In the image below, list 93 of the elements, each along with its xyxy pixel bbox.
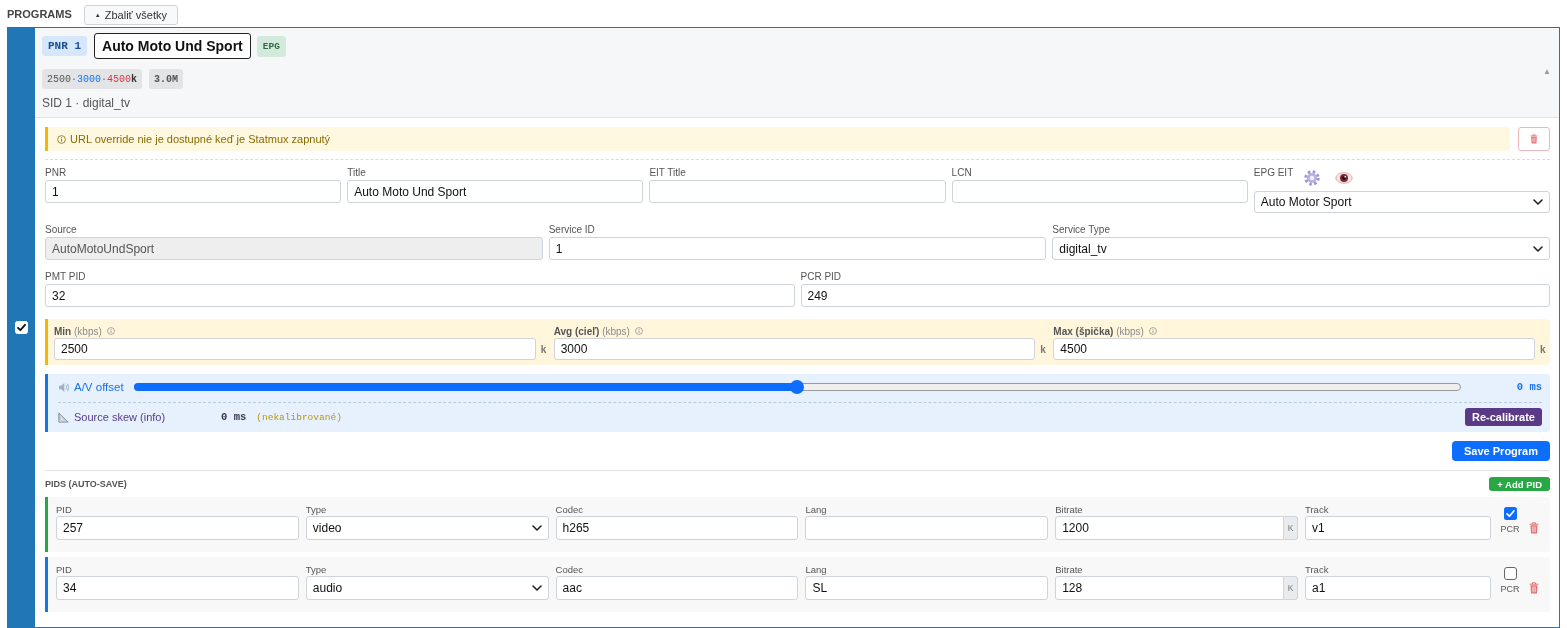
dropdown[interactable]: audio <box>305 576 549 600</box>
input-field[interactable]: a1 <box>1305 576 1491 600</box>
eye-icon[interactable] <box>1335 171 1354 184</box>
recalibrate-button[interactable]: Re-calibrate <box>1465 408 1542 426</box>
chevron-down-icon <box>531 585 542 591</box>
info-icon <box>634 327 643 335</box>
chevron-down-icon <box>1533 199 1543 205</box>
info-icon <box>1148 327 1157 335</box>
field-label: PID <box>56 504 72 515</box>
unit-label: k <box>1040 343 1047 355</box>
unit-label: k <box>1540 343 1547 355</box>
input-field[interactable]: 1 <box>548 237 1047 260</box>
trash-icon[interactable] <box>1529 582 1539 594</box>
total-bitrate-chip: 3.0M <box>149 69 184 89</box>
source-skew-label: Source skew (info) <box>74 411 166 423</box>
av-offset-label: A/V offset <box>74 381 124 393</box>
input-field[interactable]: 1200 <box>1055 516 1284 540</box>
field-label: Service ID <box>548 224 595 236</box>
field-label: Source <box>45 224 77 236</box>
input-field[interactable]: v1 <box>1305 516 1491 540</box>
field-label: PID <box>56 564 72 575</box>
input-field[interactable]: 4500 <box>1053 338 1535 360</box>
field-label: Track <box>1305 564 1329 575</box>
input-field[interactable]: 128 <box>1055 576 1284 600</box>
unit-addon: K <box>1284 576 1298 600</box>
field-label: Min (kbps) <box>54 325 102 337</box>
input-field[interactable]: h265 <box>555 516 799 540</box>
slider-thumb[interactable] <box>790 380 805 394</box>
dropdown[interactable]: Auto Motor Sport <box>1253 191 1550 213</box>
info-icon <box>57 134 66 144</box>
input-field[interactable]: 1 <box>45 180 342 203</box>
trash-icon[interactable] <box>1530 134 1538 144</box>
field-label: Title <box>347 167 366 179</box>
field-label: Track <box>1305 504 1329 515</box>
input-field[interactable]: 32 <box>45 284 795 307</box>
dropdown[interactable]: digital_tv <box>1052 237 1550 260</box>
skew-value: 0 ms <box>221 411 247 423</box>
pnr-badge: PNR 1 <box>42 36 87 56</box>
input-field[interactable]: aac <box>555 576 799 600</box>
field-label: PMT PID <box>45 271 86 283</box>
dropdown[interactable]: video <box>305 516 549 540</box>
field-label: Max (špička) (kbps) <box>1053 325 1144 337</box>
chevron-down-icon <box>1533 245 1543 252</box>
field-label: Bitrate <box>1055 504 1083 515</box>
input-field[interactable] <box>649 180 946 203</box>
input-field[interactable]: 257 <box>56 516 299 540</box>
unit-addon: K <box>1284 516 1298 540</box>
epg-badge: EPG <box>256 35 286 57</box>
field-label: Avg (cieľ) (kbps) <box>553 325 630 337</box>
calibration-note: (nekalibrované) <box>256 411 342 423</box>
unit-label: k <box>540 343 548 355</box>
chevron-down-icon <box>531 525 542 531</box>
pcr-checkbox[interactable] <box>1503 567 1517 580</box>
input-field[interactable]: SL <box>805 576 1049 600</box>
info-icon <box>106 327 115 335</box>
pcr-label: PCR <box>1500 524 1520 535</box>
input-field[interactable]: 249 <box>800 284 1550 307</box>
triangle-ruler-icon <box>58 411 69 423</box>
input-field[interactable]: 34 <box>56 576 299 600</box>
field-label: Lang <box>805 564 827 575</box>
field-label: Type <box>305 504 327 515</box>
enable-checkbox[interactable] <box>15 321 28 334</box>
name-input[interactable]: Auto Moto Und Sport <box>94 33 251 59</box>
field-label: Type <box>305 564 327 575</box>
field-label: PNR <box>45 167 67 179</box>
delete-button[interactable] <box>1518 127 1550 151</box>
field-label: Codec <box>555 564 584 575</box>
input-field[interactable]: 3000 <box>553 338 1036 360</box>
bitrate-summary: 2500·3000·4500k <box>42 69 143 89</box>
input-field[interactable]: Auto Moto Und Sport <box>347 180 644 203</box>
field-label: LCN <box>951 167 972 179</box>
field-label: EPG EIT <box>1253 167 1294 179</box>
section-title: PROGRAMS <box>7 7 72 20</box>
input-field[interactable] <box>805 516 1049 540</box>
trash-icon[interactable] <box>1529 522 1539 534</box>
offset-reading: 0 ms <box>1516 381 1542 393</box>
gear-icon[interactable] <box>1303 168 1322 187</box>
field-label: Lang <box>805 504 827 515</box>
input-field[interactable]: 2500 <box>54 338 536 360</box>
pcr-label: PCR <box>1500 584 1520 595</box>
field-label: Codec <box>555 504 584 515</box>
field-label: Bitrate <box>1055 564 1083 575</box>
offset-slider[interactable] <box>133 380 1461 394</box>
pids-heading: PIDS (AUTO-SAVE) <box>45 479 127 489</box>
service-subtitle: SID 1 · digital_tv <box>42 96 132 110</box>
field-label: PCR PID <box>800 271 842 283</box>
warning-text: URL override nie je dostupné keď je Statmux zapnutý <box>70 133 331 145</box>
field-label: Service Type <box>1052 224 1110 236</box>
speaker-icon <box>58 381 70 393</box>
field-label: EIT Title <box>649 167 686 179</box>
input-field[interactable] <box>951 180 1248 203</box>
save-program-button[interactable]: Save Program <box>1452 441 1550 461</box>
pcr-checkbox[interactable] <box>1503 507 1517 520</box>
